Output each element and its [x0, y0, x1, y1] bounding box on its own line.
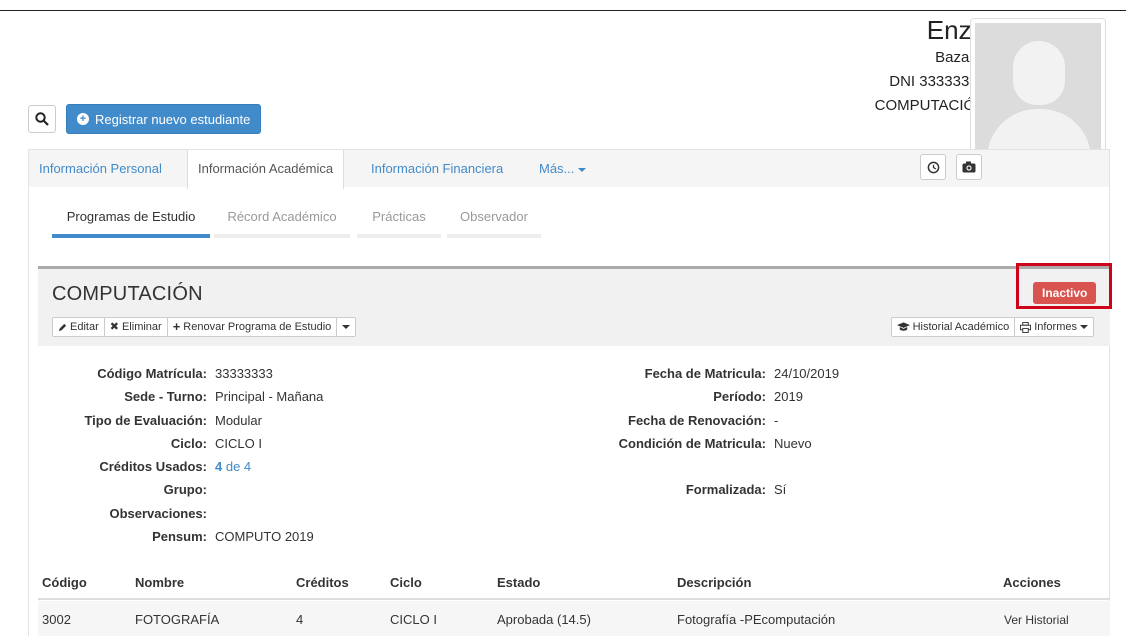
details-right: Fecha de Matricula: 24/10/2019 Período: 20… — [448, 362, 839, 502]
academic-history-button[interactable]: Historial Académico — [892, 318, 1016, 336]
history-clock-button[interactable] — [920, 154, 946, 180]
detail-row: Condición de Matricula: Nuevo — [618, 435, 812, 451]
tab-informacion-academica[interactable]: Información Académica — [187, 150, 345, 189]
main-tabs: Información Personal Información Académi… — [28, 149, 1110, 189]
reports-dropdown[interactable]: Informes — [1015, 318, 1093, 336]
detail-row: Período: 2019 — [713, 389, 803, 405]
clock-icon — [927, 161, 939, 173]
detail-row: Ciclo: CICLO I — [170, 435, 262, 451]
search-icon — [35, 112, 49, 126]
cell-creditos: 4 — [296, 612, 304, 627]
register-student-label: Registrar nuevo estudiante — [95, 111, 251, 127]
camera-button[interactable] — [956, 154, 982, 180]
column-header-nombre: Nombre — [135, 575, 185, 590]
subtab-programas-de-estudio[interactable]: Programas de Estudio — [52, 205, 210, 238]
chevron-down-icon — [1080, 325, 1088, 329]
delete-button[interactable]: ✖ Eliminar — [105, 318, 168, 336]
pencil-icon — [58, 323, 67, 331]
student-photo[interactable] — [970, 18, 1106, 170]
column-header-creditos: Créditos — [296, 575, 349, 590]
subtab-practicas[interactable]: Prácticas — [357, 205, 441, 238]
subtab-observador[interactable]: Observador — [447, 205, 541, 238]
view-history-link[interactable]: Ver Historial — [1004, 613, 1069, 627]
detail-row: Pensum: COMPUTO 2019 — [152, 529, 314, 545]
column-header-descripcion: Descripción — [677, 575, 752, 590]
table-header-divider — [38, 598, 1110, 600]
plus-icon: + — [172, 319, 181, 334]
detail-row: Observaciones: — [109, 505, 207, 521]
program-report-actions: Historial Académico Informes — [890, 317, 1094, 337]
detail-row: Tipo de Evaluación: Modular — [84, 412, 262, 428]
details-left: Código Matrícula: 33333333 Sede - Turno: P… — [38, 362, 323, 548]
more-actions-dropdown[interactable] — [337, 318, 355, 336]
column-header-estado: Estado — [497, 575, 541, 590]
edit-button[interactable]: Editar — [53, 318, 105, 336]
renew-program-button[interactable]: + Renovar Programa de Estudio — [168, 318, 338, 336]
top-divider — [0, 10, 1126, 11]
detail-row: Fecha de Renovación: - — [628, 412, 779, 428]
avatar-placeholder-icon — [975, 23, 1101, 165]
print-icon — [1020, 321, 1032, 333]
subtab-record-academico[interactable]: Récord Académico — [214, 205, 350, 238]
program-panel: COMPUTACIÓN Editar ✖ Eliminar + Renovar … — [38, 266, 1110, 346]
column-header-acciones: Acciones — [1003, 575, 1061, 590]
register-student-button[interactable]: + Registrar nuevo estudiante — [66, 104, 262, 134]
program-actions: Editar ✖ Eliminar + Renovar Programa de … — [52, 317, 357, 337]
credits-used-link[interactable]: 4 de 4 — [207, 455, 251, 478]
close-icon: ✖ — [109, 321, 119, 333]
column-header-codigo: Código — [42, 575, 87, 590]
status-badge: Inactivo — [1033, 282, 1097, 304]
chevron-down-icon — [578, 167, 587, 172]
column-header-ciclo: Ciclo — [390, 575, 422, 590]
detail-row: Formalizada: Sí — [685, 482, 787, 498]
plus-circle-icon: + — [77, 113, 89, 125]
detail-row: Créditos Usados: 4 de 4 — [38, 455, 323, 478]
detail-row: Sede - Turno: Principal - Mañana — [124, 389, 324, 405]
detail-row: Fecha de Matricula: 24/10/2019 — [644, 366, 840, 381]
detail-row — [448, 455, 839, 478]
cell-nombre: FOTOGRAFÍA — [135, 612, 220, 627]
cell-descripcion-link[interactable]: Fotografía -PEcomputación — [677, 612, 835, 627]
graduation-cap-icon — [896, 322, 910, 331]
detail-row: Código Matrícula: 33333333 — [97, 366, 273, 381]
camera-icon — [962, 161, 976, 173]
program-title: COMPUTACIÓN — [52, 283, 203, 305]
tab-mas[interactable]: Más... — [529, 150, 596, 188]
detail-row: Grupo: — [163, 482, 207, 498]
tab-informacion-financiera[interactable]: Información Financiera — [361, 150, 513, 188]
search-button[interactable] — [28, 105, 56, 133]
cell-estado: Aprobada (14.5) — [497, 612, 591, 627]
tab-informacion-personal[interactable]: Información Personal — [29, 150, 172, 188]
cell-ciclo: CICLO I — [390, 612, 437, 627]
chevron-down-icon — [342, 325, 351, 329]
cell-codigo: 3002 — [42, 612, 71, 627]
